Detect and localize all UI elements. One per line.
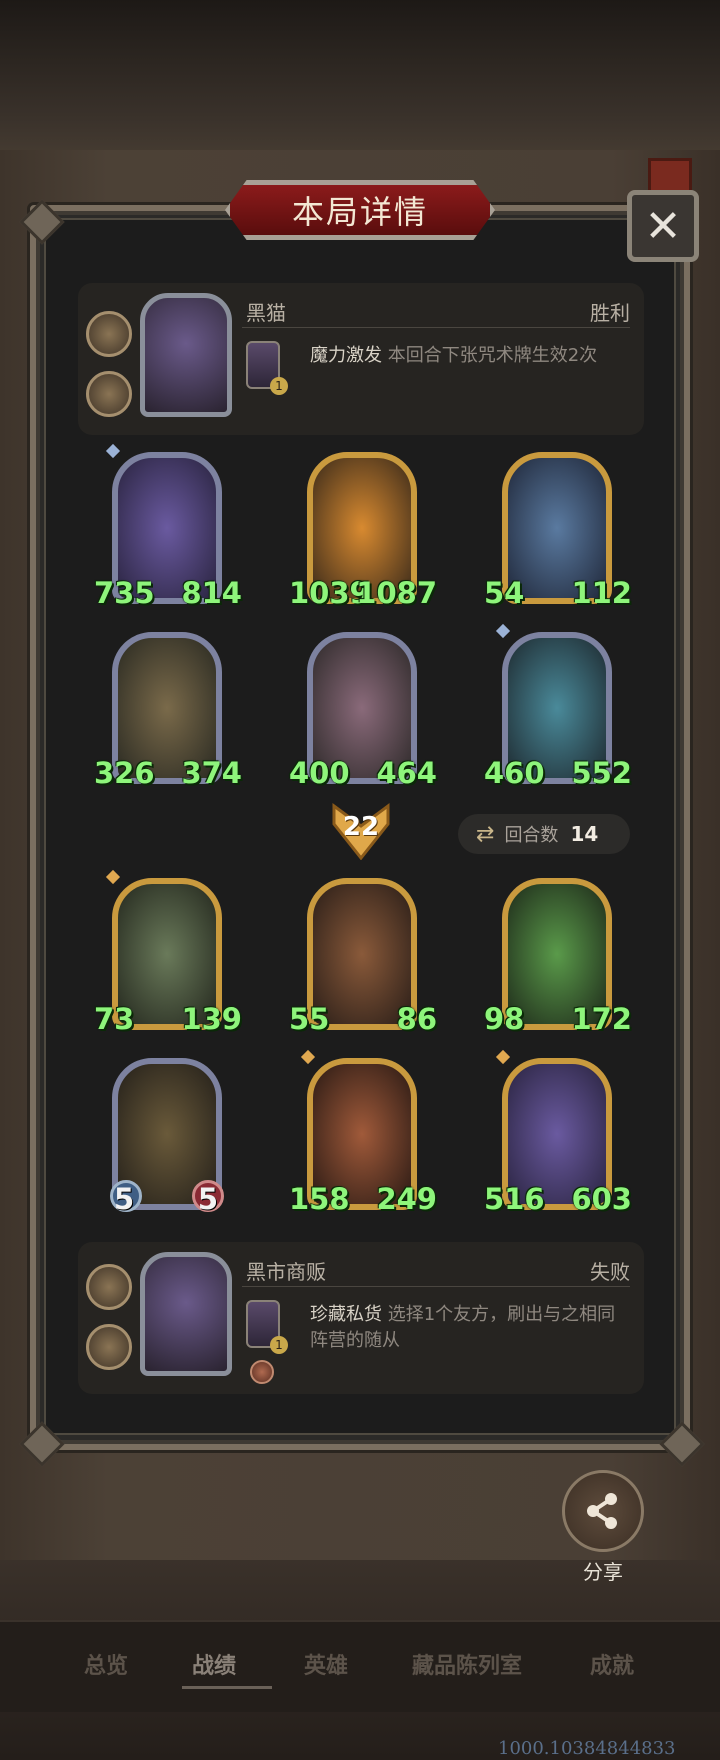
minion-attack: 98 xyxy=(484,1002,525,1036)
share-icon xyxy=(587,1493,617,1529)
page-title: 本局详情 xyxy=(291,193,428,231)
damage-value: 22 xyxy=(342,812,380,842)
nav-tab-overview[interactable]: 总览 xyxy=(84,1648,128,1680)
round-label: 回合数 xyxy=(504,825,559,846)
minion-health: 1087 xyxy=(356,576,437,610)
nav-tab-heroes[interactable]: 英雄 xyxy=(304,1648,348,1680)
player-panel-top: 黑猫 胜利 1 魔力激发 本回合下张咒术牌生效2次 xyxy=(78,283,644,435)
minion-card[interactable]: 98 172 xyxy=(484,878,632,1038)
minion-health: 603 xyxy=(571,1182,632,1216)
close-icon: ✕ xyxy=(644,200,682,252)
spell-description: 珍藏私货 选择1个友方，刷出与之相同阵营的随从 xyxy=(310,1302,630,1354)
minion-attack: 73 xyxy=(94,1002,135,1036)
minion-card[interactable]: 460 552 xyxy=(484,623,632,792)
match-result: 失败 xyxy=(590,1260,630,1284)
minion-card[interactable]: 1039 1087 xyxy=(289,452,437,612)
player-panel-bottom: 黑市商贩 失败 1 珍藏私货 选择1个友方，刷出与之相同阵营的随从 xyxy=(78,1242,644,1394)
minion-health: 112 xyxy=(571,576,632,610)
minion-card[interactable]: 516 603 xyxy=(484,1049,632,1218)
minion-attack: 55 xyxy=(289,1002,330,1036)
minion-attack: 5 xyxy=(114,1182,135,1216)
nav-tab-achievements[interactable]: 成就 xyxy=(590,1648,634,1680)
close-button[interactable]: ✕ xyxy=(627,190,699,262)
spell-name: 珍藏私货 xyxy=(310,1304,382,1325)
minion-card[interactable]: 55 86 xyxy=(289,878,437,1038)
spell-card-icon[interactable]: 1 xyxy=(246,1300,288,1354)
minion-card[interactable]: 158 249 xyxy=(289,1049,437,1218)
top-background xyxy=(0,0,720,170)
minion-card[interactable]: 55 xyxy=(108,1058,226,1218)
relic-icon[interactable] xyxy=(86,371,132,417)
minion-attack: 735 xyxy=(94,576,155,610)
minion-attack: 400 xyxy=(289,756,350,790)
round-value: 14 xyxy=(570,822,599,846)
minion-card[interactable]: 73 139 xyxy=(94,869,242,1038)
minion-card[interactable]: 326 374 xyxy=(94,632,242,792)
divider xyxy=(242,1286,630,1287)
minion-health: 172 xyxy=(571,1002,632,1036)
match-result: 胜利 xyxy=(590,301,630,325)
minion-health: 552 xyxy=(571,756,632,790)
hero-name: 黑市商贩 xyxy=(246,1260,326,1284)
minion-attack: 158 xyxy=(289,1182,350,1216)
minion-attack: 460 xyxy=(484,756,545,790)
card-cost: 1 xyxy=(270,377,288,395)
share-label: 分享 xyxy=(583,1560,623,1584)
hero-avatar[interactable] xyxy=(140,1252,232,1376)
spell-description: 魔力激发 本回合下张咒术牌生效2次 xyxy=(310,343,630,369)
minion-health: 374 xyxy=(181,756,242,790)
hero-avatar[interactable] xyxy=(140,293,232,417)
minion-attack: 54 xyxy=(484,576,525,610)
version-number: 1000.10384844833 xyxy=(498,1738,676,1759)
minion-attack: 326 xyxy=(94,756,155,790)
title-banner: 本局详情 xyxy=(225,180,495,240)
nav-tab-record[interactable]: 战绩 xyxy=(192,1648,236,1680)
relic-icon[interactable] xyxy=(86,311,132,357)
minion-health: 464 xyxy=(376,756,437,790)
share-button[interactable] xyxy=(562,1470,644,1552)
minion-attack: 516 xyxy=(484,1182,545,1216)
minion-health: 86 xyxy=(396,1002,437,1036)
relic-icon[interactable] xyxy=(86,1324,132,1370)
spell-effect: 本回合下张咒术牌生效2次 xyxy=(387,345,598,366)
minion-card[interactable]: 735 814 xyxy=(94,443,242,612)
minion-card[interactable]: 54 112 xyxy=(484,452,632,612)
minion-health: 5 xyxy=(197,1182,218,1216)
card-cost: 1 xyxy=(270,1336,288,1354)
round-counter: ⇄ 回合数 14 xyxy=(458,814,630,854)
minion-health: 139 xyxy=(181,1002,242,1036)
hero-name: 黑猫 xyxy=(246,301,286,325)
relic-icon[interactable] xyxy=(86,1264,132,1310)
divider xyxy=(242,327,630,328)
minion-card[interactable]: 400 464 xyxy=(289,632,437,792)
spell-card-icon[interactable]: 1 xyxy=(246,341,288,395)
nav-active-indicator xyxy=(182,1686,272,1689)
coin-icon xyxy=(250,1360,274,1384)
minion-health: 814 xyxy=(181,576,242,610)
spell-name: 魔力激发 xyxy=(310,345,382,366)
nav-tab-collection[interactable]: 藏品陈列室 xyxy=(412,1648,522,1680)
minion-health: 249 xyxy=(376,1182,437,1216)
swap-icon: ⇄ xyxy=(476,821,495,847)
